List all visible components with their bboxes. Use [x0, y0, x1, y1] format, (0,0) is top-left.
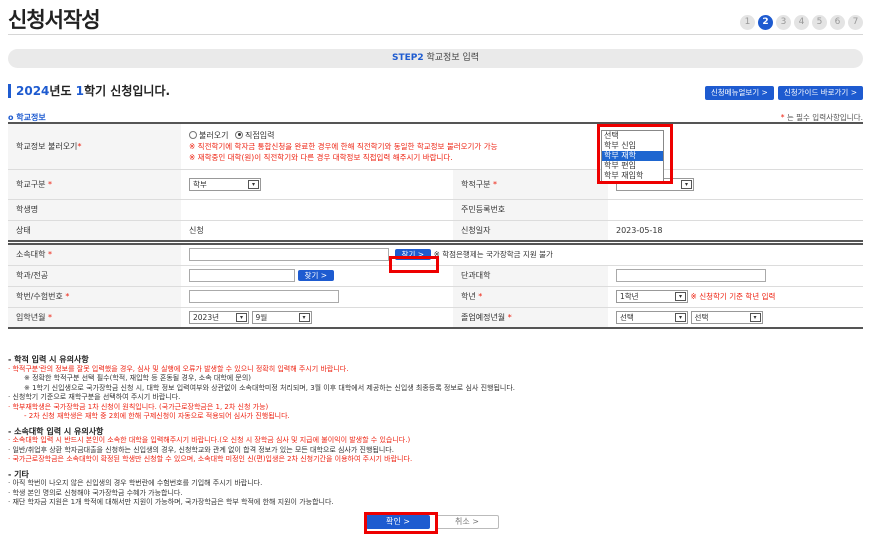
student-no-cell	[181, 286, 453, 308]
university-cell: 찾기 > ※ 학점은행제는 국가장학금 지원 불가	[181, 243, 863, 266]
top-buttons: 신청메뉴얼보기 > 신청가이드 바로가기 >	[704, 86, 863, 100]
note-line: · 신청학기 기준으로 재학구분을 선택하여 주시기 바랍니다.	[8, 393, 181, 401]
note-line: · 일반/취업후 상환 학자금대출을 신청하는 신입생의 경우, 신청학교와 관…	[8, 445, 394, 454]
grade-note: ※ 신청학기 기준 학년 입력	[690, 292, 776, 301]
university-label: 소속대학 *	[8, 243, 181, 266]
step-bar-step: STEP2	[391, 53, 424, 63]
note-line: · 소속대학 입력 시 반드시 본인이 소속한 대학을 입력해주시기 바랍니다.…	[8, 436, 411, 444]
highlight-box-dropdown	[597, 124, 673, 184]
note-line: · 국가근로장학금은 소속대학이 확정된 학생만 신청할 수 있으며, 소속대학…	[8, 455, 413, 463]
note-line: ※ 1학기 신입생으로 국가장학금 신청 시, 대학 정보 입력여부와 상관없이…	[24, 383, 515, 392]
notes-heading-etc: - 기타	[8, 469, 29, 479]
chevron-down-icon: ▾	[248, 179, 259, 189]
chevron-down-icon: ▾	[298, 312, 310, 322]
name-value	[181, 199, 453, 221]
college-label: 단과대학	[453, 265, 608, 287]
page-title: 신청서작성	[8, 8, 101, 32]
graduation-cell: 선택 ▾ 선택 ▾	[608, 307, 863, 329]
radio-direct[interactable]	[235, 130, 243, 139]
manual-button[interactable]: 신청메뉴얼보기 >	[704, 86, 774, 100]
chevron-down-icon: ▾	[675, 312, 686, 322]
school-load-cell: 불러오기 직접입력 ※ 직전학기에 학자금 통합신청을 완료한 경우에 한해 직…	[181, 122, 863, 170]
school-type-cell: 학부 ▾	[181, 169, 453, 200]
radio-load[interactable]	[189, 130, 197, 139]
admission-label: 입학년월 *	[8, 307, 181, 329]
graduation-year-select[interactable]: 선택 ▾	[616, 310, 688, 324]
chevron-down-icon: ▾	[675, 292, 686, 301]
title-divider	[8, 34, 863, 35]
school-type-label: 학교구분 *	[8, 169, 181, 200]
note-line: · 학생 본인 명의로 신청해야 국가장학금 수혜가 가능합니다.	[8, 488, 183, 497]
notes-section: - 학적 입력 시 유의사항 · 학적구분'란의 정보를 잘못 입력했을 경우,…	[8, 350, 863, 508]
status-value: 신청	[181, 220, 453, 242]
note-line: ※ 정확한 학적구분 선택 필수(학적, 재입학 등 혼동될 경우, 소속 대학…	[24, 374, 252, 382]
required-note-text: 는 필수 입력사항입니다.	[784, 113, 863, 122]
cancel-button[interactable]: 취소 >	[435, 515, 499, 529]
radio-load-label: 불러오기	[199, 130, 229, 140]
college-input[interactable]	[616, 269, 766, 282]
student-no-label: 학번/수험번호 *	[8, 286, 181, 308]
grade-select[interactable]: 1학년 ▾	[616, 290, 688, 303]
school-load-label: 학교정보 불러오기*	[8, 122, 181, 170]
semester-term: 1	[75, 84, 85, 98]
department-input[interactable]	[189, 269, 295, 282]
step-4: 4	[794, 15, 809, 30]
radio-direct-label: 직접입력	[245, 130, 275, 140]
school-info-table: 학교정보 불러오기* 불러오기 직접입력 ※ 직전학기에 학자금 통합신청을 완…	[8, 122, 863, 329]
note-line: · 학적구분'란의 정보를 잘못 입력했을 경우, 심사 및 실행에 오류가 발…	[8, 364, 349, 373]
highlight-box-find	[389, 256, 439, 273]
step-5: 5	[812, 15, 827, 30]
semester-year: 2024	[16, 84, 50, 98]
college-cell	[608, 265, 863, 287]
semester-term-suffix: 학기 신청입니다.	[84, 84, 171, 98]
id-number-label: 주민등록번호	[453, 199, 608, 221]
admission-month-select[interactable]: 9월 ▾	[251, 310, 312, 324]
semester-title: 2024년도 1학기 신청입니다.	[8, 84, 170, 98]
id-number-value	[608, 199, 863, 221]
step-3: 3	[776, 15, 791, 30]
school-load-warning-1: ※ 직전학기에 학자금 통합신청을 완료한 경우에 한해 직전학기와 동일한 학…	[189, 141, 498, 151]
note-line: · 학부재학생은 국가장학금 1차 신청이 원칙입니다. (국가근로장학금은 1…	[8, 402, 269, 411]
step-bar: STEP2 학교정보 입력	[8, 49, 863, 68]
university-input[interactable]	[189, 248, 389, 262]
step-6: 6	[830, 15, 845, 30]
notes-heading-university: - 소속대학 입력 시 유의사항	[8, 426, 104, 436]
grade-label: 학년 *	[453, 286, 608, 308]
note-line: · 아직 학번이 나오지 않은 신입생의 경우 학번란에 수험번호를 기입해 주…	[8, 479, 263, 487]
name-label: 학생명	[8, 199, 181, 221]
university-note: ※ 학점은행제는 국가장학금 지원 불가	[433, 250, 553, 260]
apply-date-value: 2023-05-18	[608, 220, 863, 242]
note-line: · 재단 학자금 지원은 1개 학적에 대해서만 지원이 가능하며, 국가장학금…	[8, 498, 334, 506]
semester-year-suffix: 년도	[49, 84, 76, 98]
step-2-active: 2	[758, 15, 773, 30]
record-type-label: 학적구분 *	[453, 169, 608, 200]
status-label: 상태	[8, 220, 181, 242]
department-find-button[interactable]: 찾기 >	[297, 270, 335, 281]
chevron-down-icon: ▾	[749, 312, 761, 322]
department-label: 학과/전공	[8, 265, 181, 287]
step-7: 7	[848, 15, 863, 30]
apply-date-label: 신청일자	[453, 220, 608, 242]
note-line: - 2차 신청 재학생은 재학 중 2회에 한해 구제신청이 자동으로 적용되어…	[24, 412, 290, 420]
guide-button[interactable]: 신청가이드 바로가기 >	[777, 86, 863, 100]
chevron-down-icon: ▾	[681, 179, 692, 189]
school-type-select[interactable]: 학부 ▾	[189, 177, 261, 191]
notes-heading-record: - 학적 입력 시 유의사항	[8, 355, 89, 364]
graduation-month-select[interactable]: 선택 ▾	[690, 310, 763, 324]
highlight-box-confirm	[364, 512, 438, 534]
step-indicator: 1 2 3 4 5 6 7	[740, 15, 863, 30]
chevron-down-icon: ▾	[236, 312, 247, 322]
grade-cell: 1학년 ▾ ※ 신청학기 기준 학년 입력	[608, 286, 863, 308]
school-load-warning-2: ※ 재학중인 대학(원)이 직전학기와 다른 경우 대학정보 직접입력 해주시기…	[189, 152, 453, 162]
step-1: 1	[740, 15, 755, 30]
step-bar-label: 학교정보 입력	[426, 53, 480, 63]
admission-year-select[interactable]: 2023년 ▾	[189, 310, 249, 324]
student-no-input[interactable]	[189, 290, 339, 303]
graduation-label: 졸업예정년월 *	[453, 307, 608, 329]
admission-cell: 2023년 ▾ 9월 ▾	[181, 307, 453, 329]
